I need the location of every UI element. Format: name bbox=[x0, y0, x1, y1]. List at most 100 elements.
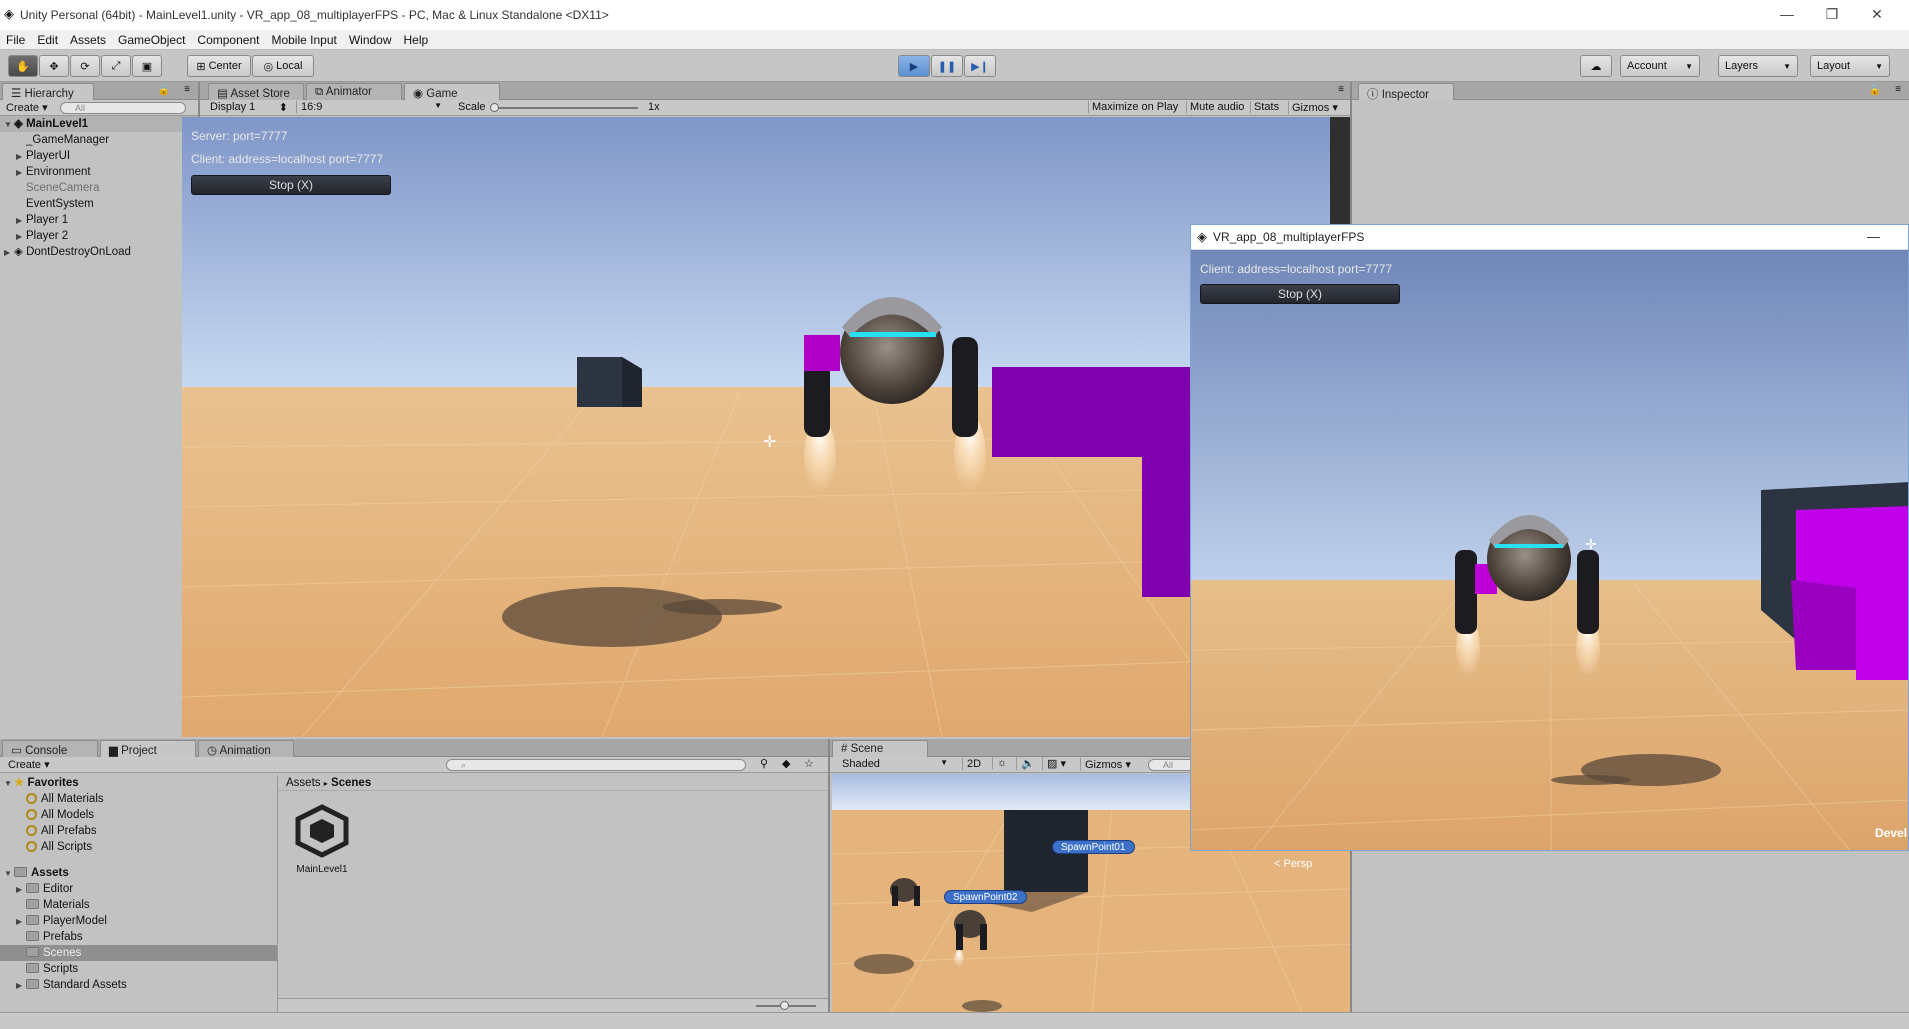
filter-type-icon[interactable]: ⚲ bbox=[760, 757, 768, 770]
display-dropdown[interactable]: Display 1 ⬍ bbox=[210, 101, 288, 114]
asset-folder-item[interactable]: Materials bbox=[0, 897, 277, 913]
hierarchy-item[interactable]: ▶ Player 1 bbox=[0, 212, 198, 228]
space-local-button[interactable]: ◎ Local bbox=[252, 55, 314, 77]
favorite-item[interactable]: All Prefabs bbox=[0, 823, 277, 839]
layers-dropdown[interactable]: Layers ▼ bbox=[1718, 55, 1798, 77]
account-dropdown[interactable]: Account ▼ bbox=[1620, 55, 1700, 77]
audio-icon[interactable]: 🔈 bbox=[1016, 757, 1039, 770]
lighting-icon[interactable]: ☼ bbox=[992, 757, 1011, 769]
scene-asset[interactable]: MainLevel1 bbox=[292, 803, 352, 875]
filter-label-icon[interactable]: ◆ bbox=[782, 757, 790, 770]
tab-inspector[interactable]: ⓘ Inspector bbox=[1358, 83, 1454, 101]
game-view[interactable]: Server: port=7777 Client: address=localh… bbox=[182, 117, 1330, 737]
menu-assets[interactable]: Assets bbox=[70, 33, 106, 47]
build-minimize-button[interactable]: — bbox=[1867, 229, 1880, 244]
breadcrumb-scenes[interactable]: Scenes bbox=[331, 777, 371, 789]
lock-icon[interactable]: 🔒 bbox=[1869, 85, 1881, 96]
asset-folder-item[interactable]: Scripts bbox=[0, 961, 277, 977]
asset-folder-item[interactable]: Prefabs bbox=[0, 929, 277, 945]
favorite-star-icon[interactable]: ☆ bbox=[804, 757, 814, 770]
tab-hierarchy[interactable]: ☰ Hierarchy bbox=[2, 83, 94, 100]
panel-divider[interactable] bbox=[828, 739, 830, 1012]
scale-tool-button[interactable]: ⤢ bbox=[101, 55, 131, 77]
play-button[interactable]: ▶ bbox=[898, 55, 930, 77]
menu-file[interactable]: File bbox=[6, 33, 25, 47]
favorite-item[interactable]: All Scripts bbox=[0, 839, 277, 855]
hierarchy-dontdestroy-row[interactable]: ▶◈ DontDestroyOnLoad ≡ bbox=[0, 244, 198, 260]
rotate-tool-button[interactable]: ⟳ bbox=[70, 55, 100, 77]
favorites-row[interactable]: ▼ ★ Favorites bbox=[0, 775, 277, 791]
hierarchy-scene-row[interactable]: ▼◈ MainLevel1 ≡ bbox=[0, 116, 198, 132]
pause-button[interactable]: ❚❚ bbox=[931, 55, 963, 77]
asset-folder-item[interactable]: ▶ Standard Assets bbox=[0, 977, 277, 993]
layout-dropdown[interactable]: Layout ▼ bbox=[1810, 55, 1890, 77]
expand-arrow-icon[interactable]: ▶ bbox=[16, 882, 26, 898]
expand-arrow-icon[interactable]: ▶ bbox=[4, 245, 14, 261]
panel-menu-icon[interactable]: ≡ bbox=[1338, 84, 1344, 95]
gizmos-dropdown[interactable]: Gizmos ▾ bbox=[1288, 101, 1341, 114]
expand-arrow-icon[interactable]: ▼ bbox=[4, 117, 14, 133]
stats-toggle[interactable]: Stats bbox=[1250, 101, 1282, 113]
expand-arrow-icon[interactable]: ▼ bbox=[4, 776, 14, 792]
spawn-point-2-label[interactable]: SpawnPoint02 bbox=[944, 890, 1027, 904]
tab-animation[interactable]: ◷ Animation bbox=[198, 740, 294, 757]
shading-dropdown[interactable]: Shaded ▼ bbox=[842, 758, 954, 770]
favorite-item[interactable]: All Models bbox=[0, 807, 277, 823]
asset-folder-item[interactable]: ▶ Editor bbox=[0, 881, 277, 897]
maximize-button[interactable]: ❐ bbox=[1817, 6, 1847, 23]
favorite-item[interactable]: All Materials bbox=[0, 791, 277, 807]
lock-icon[interactable]: 🔒 bbox=[158, 85, 170, 96]
expand-arrow-icon[interactable]: ▼ bbox=[4, 866, 14, 882]
cloud-button[interactable]: ☁ bbox=[1580, 55, 1612, 77]
expand-arrow-icon[interactable]: ▶ bbox=[16, 149, 26, 165]
project-search-input[interactable]: ⌕ bbox=[446, 759, 746, 771]
minimize-button[interactable]: — bbox=[1772, 6, 1802, 22]
panel-menu-icon[interactable]: ≡ bbox=[1895, 84, 1901, 95]
expand-arrow-icon[interactable]: ▶ bbox=[16, 213, 26, 229]
expand-arrow-icon[interactable]: ▶ bbox=[16, 165, 26, 181]
scale-slider-track[interactable] bbox=[492, 107, 638, 109]
build-stop-button[interactable]: Stop (X) bbox=[1200, 284, 1400, 304]
menu-gameobject[interactable]: GameObject bbox=[118, 33, 185, 47]
mute-audio-toggle[interactable]: Mute audio bbox=[1186, 101, 1247, 113]
rect-tool-button[interactable]: ▣ bbox=[132, 55, 162, 77]
persp-label[interactable]: < Persp bbox=[1274, 858, 1312, 870]
hierarchy-item[interactable]: SceneCamera bbox=[0, 180, 198, 196]
step-button[interactable]: ▶❙ bbox=[964, 55, 996, 77]
move-tool-button[interactable]: ✥ bbox=[39, 55, 69, 77]
project-create-button[interactable]: Create ▾ bbox=[8, 758, 50, 771]
spawn-point-1-label[interactable]: SpawnPoint01 bbox=[1052, 840, 1135, 854]
menu-mobile-input[interactable]: Mobile Input bbox=[271, 33, 336, 47]
menu-edit[interactable]: Edit bbox=[37, 33, 58, 47]
hierarchy-search-input[interactable]: All bbox=[60, 102, 186, 114]
hierarchy-item[interactable]: ▶ Player 2 bbox=[0, 228, 198, 244]
panel-menu-icon[interactable]: ≡ bbox=[184, 84, 190, 95]
stop-button[interactable]: Stop (X) bbox=[191, 175, 391, 195]
expand-arrow-icon[interactable]: ▶ bbox=[16, 229, 26, 245]
scale-slider-handle[interactable] bbox=[490, 103, 499, 112]
close-button[interactable]: ✕ bbox=[1862, 6, 1892, 23]
hierarchy-item[interactable]: ▶ Environment bbox=[0, 164, 198, 180]
hierarchy-item[interactable]: EventSystem bbox=[0, 196, 198, 212]
tab-asset-store[interactable]: ▤ Asset Store bbox=[208, 83, 304, 100]
expand-arrow-icon[interactable]: ▶ bbox=[16, 914, 26, 930]
hand-tool-button[interactable]: ✋ bbox=[8, 55, 38, 77]
effects-icon[interactable]: ▨ ▾ bbox=[1042, 757, 1070, 770]
asset-folder-item[interactable]: ▶ PlayerModel bbox=[0, 913, 277, 929]
tab-project[interactable]: ▆ Project bbox=[100, 740, 196, 757]
icon-size-slider-handle[interactable] bbox=[780, 1001, 789, 1010]
tab-game[interactable]: ◉ Game bbox=[404, 83, 500, 100]
tab-scene[interactable]: # Scene bbox=[832, 740, 928, 757]
tab-console[interactable]: ▭ Console bbox=[2, 740, 98, 757]
maximize-on-play-toggle[interactable]: Maximize on Play bbox=[1088, 101, 1181, 113]
pivot-center-button[interactable]: ⊞ Center bbox=[187, 55, 251, 77]
assets-row[interactable]: ▼ Assets bbox=[0, 865, 277, 881]
scene-gizmos-dropdown[interactable]: Gizmos ▾ bbox=[1080, 758, 1135, 771]
menu-component[interactable]: Component bbox=[197, 33, 259, 47]
asset-folder-item[interactable]: Scenes bbox=[0, 945, 277, 961]
breadcrumb-assets[interactable]: Assets bbox=[286, 777, 321, 789]
build-game-view[interactable]: Client: address=localhost port=7777 Stop… bbox=[1191, 250, 1908, 850]
menu-window[interactable]: Window bbox=[349, 33, 392, 47]
aspect-dropdown[interactable]: 16:9 ▼ bbox=[296, 101, 446, 113]
hierarchy-create-button[interactable]: Create ▾ bbox=[6, 101, 48, 114]
